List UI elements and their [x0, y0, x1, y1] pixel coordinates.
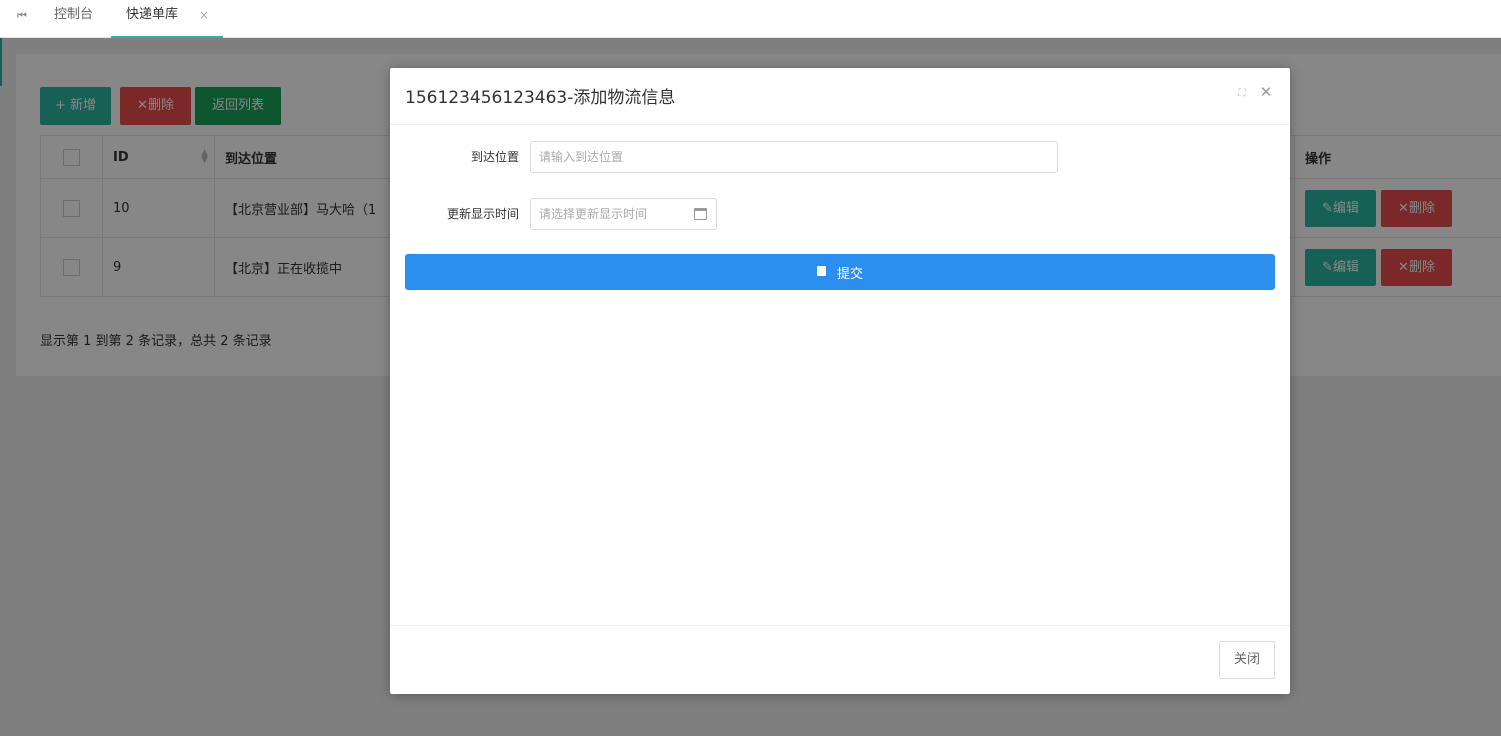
- submit-button[interactable]: 提交: [405, 254, 1275, 290]
- close-icon[interactable]: ✕: [1258, 84, 1274, 100]
- position-input[interactable]: [530, 141, 1058, 173]
- modal-header: 156123456123463-添加物流信息 ⛶ ✕: [390, 68, 1290, 125]
- submit-icon: [816, 266, 826, 276]
- tab-console[interactable]: 控制台: [54, 0, 93, 38]
- submit-label: 提交: [836, 266, 863, 282]
- time-label: 更新显示时间: [446, 207, 519, 221]
- tab-bar: ⏮ 控制台 快递单库 ×: [0, 0, 1501, 38]
- position-label: 到达位置: [470, 150, 519, 164]
- close-button[interactable]: 关闭: [1219, 641, 1275, 679]
- tab-close-icon[interactable]: ×: [199, 0, 209, 30]
- calendar-icon[interactable]: [694, 208, 707, 220]
- time-input[interactable]: [530, 198, 717, 230]
- tab-express-library[interactable]: 快递单库 ×: [111, 0, 223, 38]
- add-logistics-modal: 156123456123463-添加物流信息 ⛶ ✕ 到达位置 更新显示时间 提…: [390, 68, 1290, 694]
- first-page-icon[interactable]: ⏮: [10, 6, 34, 26]
- modal-title: 156123456123463-添加物流信息: [405, 88, 676, 108]
- maximize-icon[interactable]: ⛶: [1235, 87, 1249, 101]
- modal-footer: 关闭: [390, 625, 1290, 694]
- tab-express-library-label: 快递单库: [126, 7, 179, 22]
